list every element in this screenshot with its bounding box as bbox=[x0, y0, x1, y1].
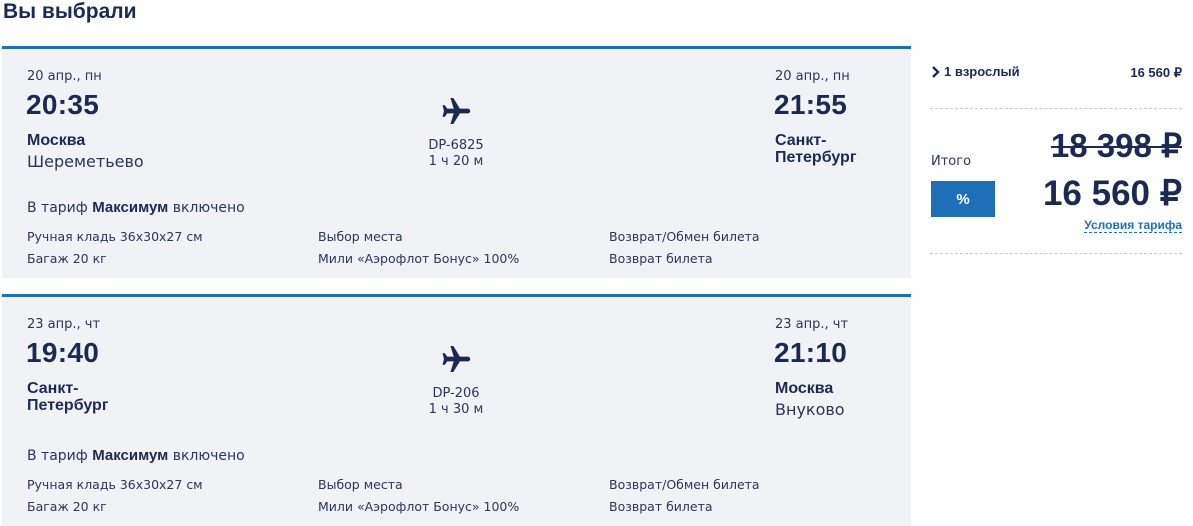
arrival-city: Москва bbox=[775, 380, 834, 397]
arrival-time: 21:55 bbox=[774, 89, 848, 120]
feature-refund: Возврат билета bbox=[609, 499, 713, 514]
total-price: 16 560 ₽ bbox=[1042, 174, 1182, 213]
departure-airport: Шереметьево bbox=[27, 152, 144, 171]
flight-duration: 1 ч 30 м bbox=[428, 402, 484, 417]
arrival-date: 23 апр., чт bbox=[775, 317, 849, 332]
arrival-time: 21:10 bbox=[774, 337, 848, 368]
tariff-terms-link[interactable]: Условия тарифа bbox=[1084, 218, 1182, 233]
departure-city: Москва bbox=[27, 132, 86, 149]
arrival-airport: Внуково bbox=[775, 400, 845, 419]
flight-card-return: 23 апр., чт 19:40 Санкт- Петербург DP-20… bbox=[2, 294, 911, 526]
departure-time: 20:35 bbox=[26, 89, 100, 120]
airplane-icon bbox=[442, 97, 471, 125]
departure-time: 19:40 bbox=[26, 337, 100, 368]
feature-baggage: Багаж 20 кг bbox=[27, 499, 107, 514]
tariff-name: Максимум bbox=[92, 447, 169, 464]
arrival-city: Санкт- Петербург bbox=[775, 132, 857, 166]
tariff-line: В тариф Максимум включено bbox=[27, 447, 245, 464]
feature-seat-selection: Выбор места bbox=[318, 229, 403, 244]
feature-miles: Мили «Аэрофлот Бонус» 100% bbox=[318, 251, 520, 266]
feature-hand-luggage: Ручная кладь 36х30х27 см bbox=[27, 229, 203, 244]
departure-date: 23 апр., чт bbox=[27, 317, 101, 332]
feature-miles: Мили «Аэрофлот Бонус» 100% bbox=[318, 499, 520, 514]
total-label: Итого bbox=[931, 154, 972, 169]
feature-refund: Возврат билета bbox=[609, 251, 713, 266]
airplane-icon bbox=[442, 345, 471, 373]
departure-date: 20 апр., пн bbox=[27, 69, 102, 84]
passengers-toggle[interactable]: 1 взрослый bbox=[944, 64, 1020, 79]
flight-number: DP-6825 bbox=[428, 138, 484, 153]
page-title: Вы выбрали bbox=[3, 0, 137, 23]
flight-duration: 1 ч 20 м bbox=[428, 154, 484, 169]
old-price: 18 398 ₽ bbox=[1050, 127, 1182, 164]
passengers-price: 16 560 ₽ bbox=[1130, 65, 1182, 80]
chevron-right-icon[interactable] bbox=[929, 65, 943, 79]
feature-seat-selection: Выбор места bbox=[318, 477, 403, 492]
feature-exchange: Возврат/Обмен билета bbox=[609, 477, 760, 492]
tariff-name: Максимум bbox=[92, 199, 169, 216]
flight-number: DP-206 bbox=[432, 386, 480, 401]
divider bbox=[930, 253, 1182, 254]
flight-card-outbound: 20 апр., пн 20:35 Москва Шереметьево DP-… bbox=[2, 46, 911, 278]
departure-city: Санкт- Петербург bbox=[27, 380, 109, 414]
discount-button[interactable]: % bbox=[931, 181, 995, 217]
divider bbox=[930, 108, 1182, 109]
arrival-date: 20 апр., пн bbox=[775, 69, 850, 84]
feature-hand-luggage: Ручная кладь 36х30х27 см bbox=[27, 477, 203, 492]
feature-exchange: Возврат/Обмен билета bbox=[609, 229, 760, 244]
feature-baggage: Багаж 20 кг bbox=[27, 251, 107, 266]
tariff-line: В тариф Максимум включено bbox=[27, 199, 245, 216]
